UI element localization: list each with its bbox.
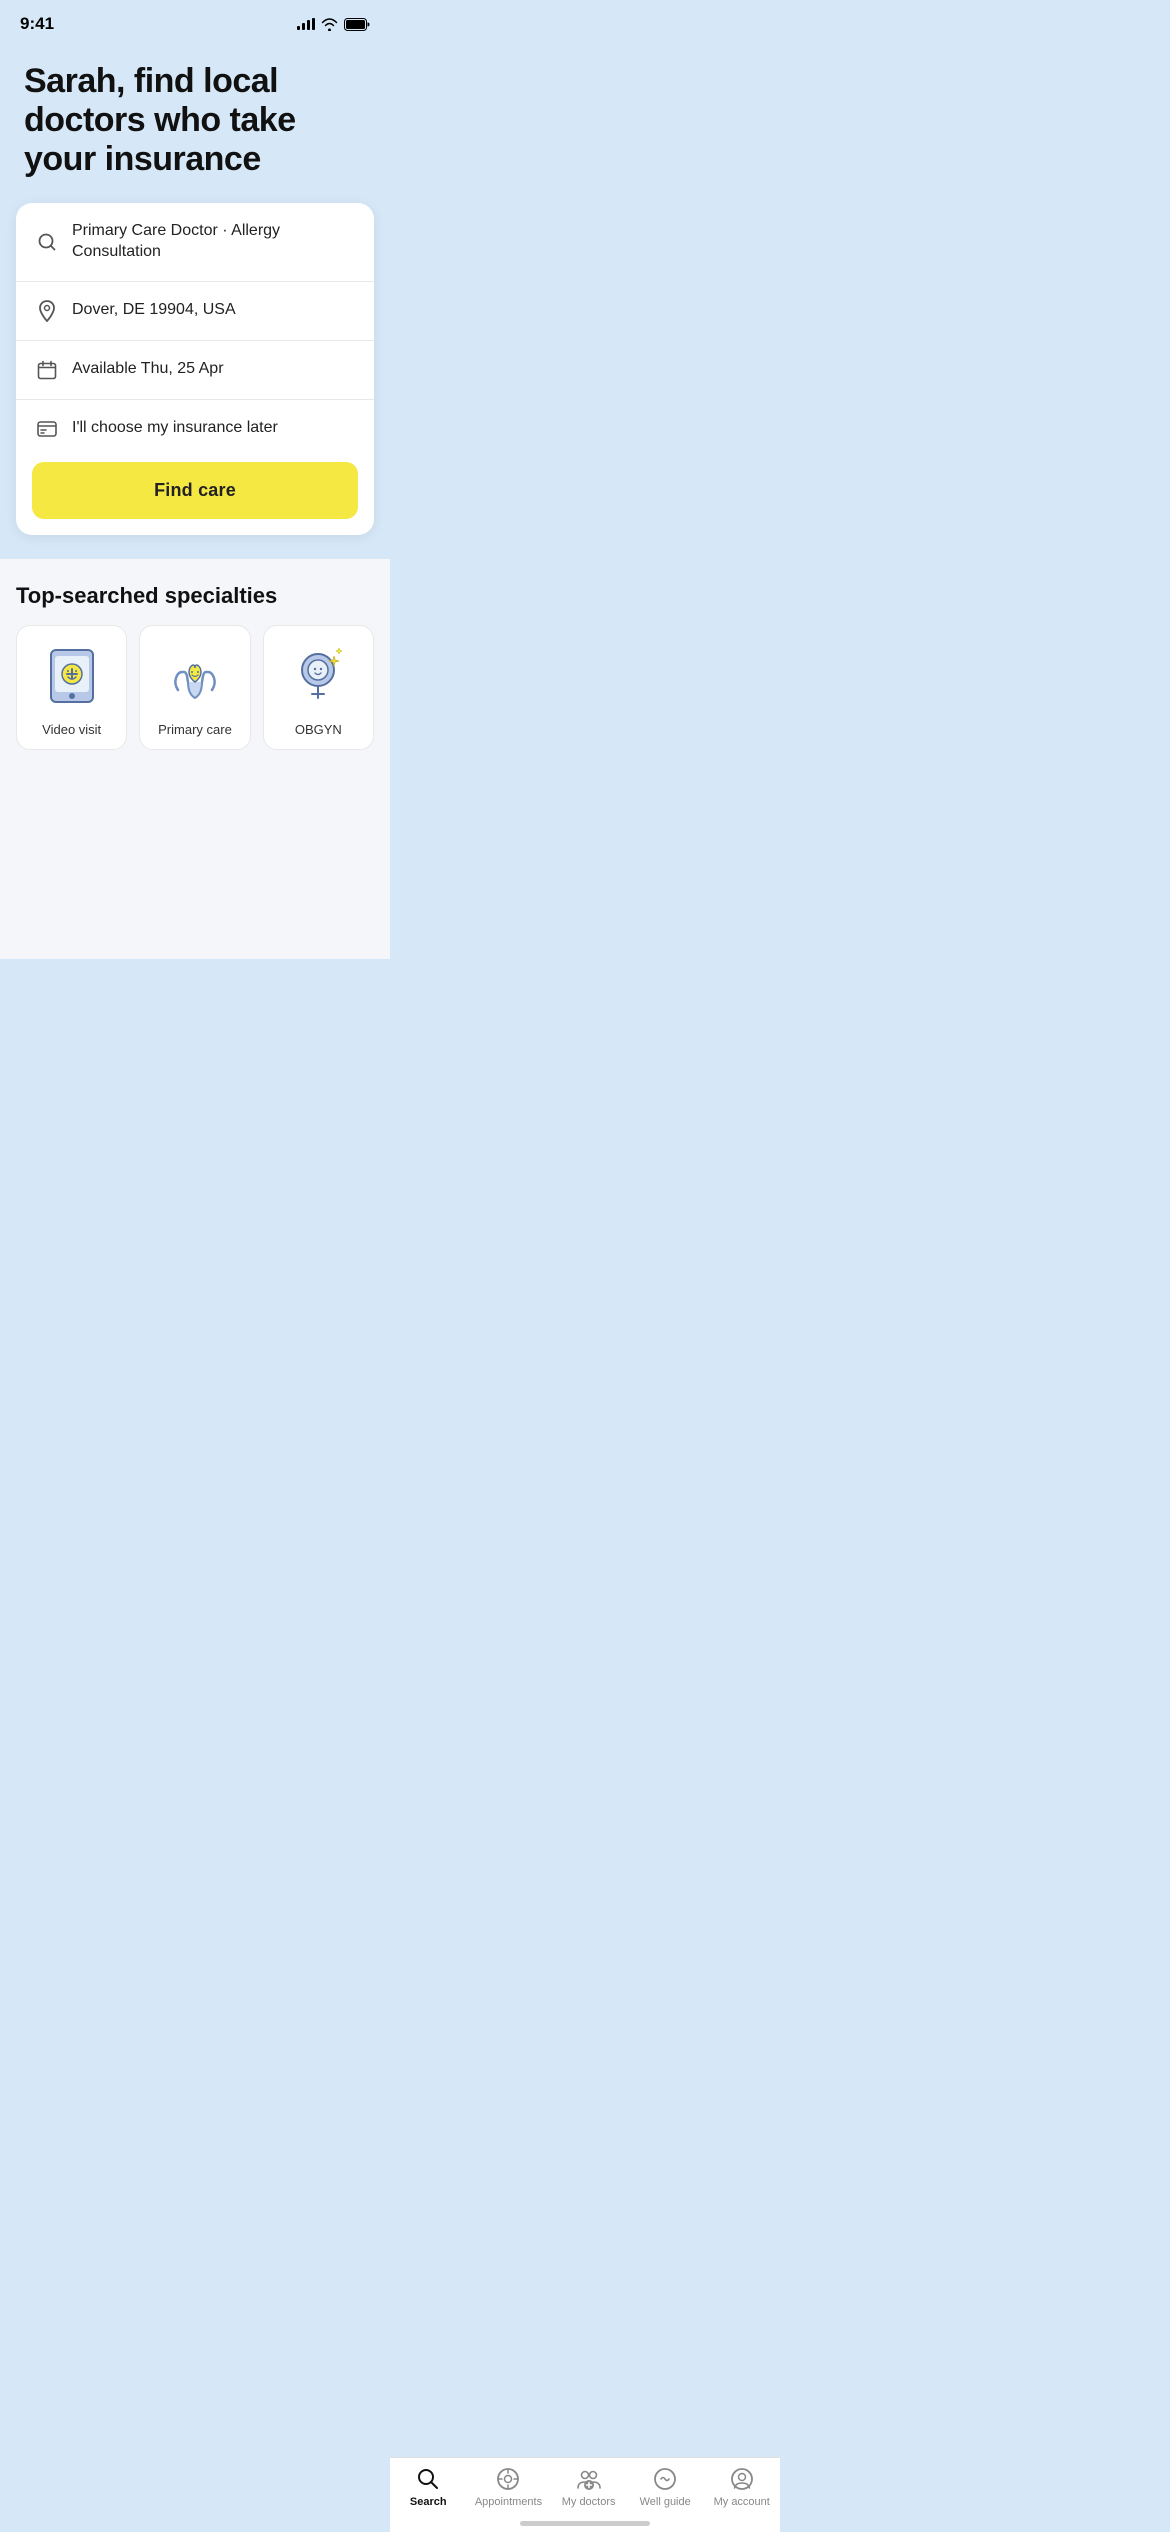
home-indicator [520, 2521, 650, 2526]
primary-care-illustration [160, 642, 230, 712]
obgyn-illustration [283, 642, 353, 712]
video-visit-illustration [37, 642, 107, 712]
location-icon [36, 300, 58, 322]
date-row[interactable]: Available Thu, 25 Apr [16, 341, 374, 400]
nav-item-my-account[interactable]: My account [712, 2466, 772, 2508]
insurance-row[interactable]: I'll choose my insurance later [16, 400, 374, 458]
well-guide-nav-label: Well guide [640, 2496, 691, 2508]
video-visit-label: Video visit [42, 722, 101, 737]
search-card: Primary Care Doctor · Allergy Consultati… [16, 203, 374, 535]
top-searched-title: Top-searched specialties [16, 583, 374, 609]
status-time: 9:41 [20, 14, 54, 34]
signal-icon [297, 18, 315, 30]
specialty-card-obgyn[interactable]: OBGYN [263, 625, 374, 750]
search-icon [36, 231, 58, 253]
location-text: Dover, DE 19904, USA [72, 300, 354, 321]
appointments-nav-label: Appointments [475, 2496, 542, 2508]
hero-title: Sarah, find local doctors who take your … [24, 62, 366, 179]
specialty-card-primary-care[interactable]: Primary care [139, 625, 250, 750]
nav-item-appointments[interactable]: Appointments [475, 2466, 542, 2508]
obgyn-label: OBGYN [295, 722, 342, 737]
nav-item-search[interactable]: Search [398, 2466, 458, 2508]
my-doctors-nav-label: My doctors [562, 2496, 616, 2508]
my-doctors-nav-icon [576, 2466, 602, 2492]
search-nav-label: Search [410, 2496, 447, 2508]
nav-item-my-doctors[interactable]: My doctors [559, 2466, 619, 2508]
search-nav-icon [415, 2466, 441, 2492]
status-icons [297, 18, 370, 31]
primary-care-label: Primary care [158, 722, 232, 737]
appointments-nav-icon [495, 2466, 521, 2492]
wifi-icon [321, 18, 338, 31]
location-row[interactable]: Dover, DE 19904, USA [16, 282, 374, 341]
specialty-card-video-visit[interactable]: Video visit [16, 625, 127, 750]
insurance-icon [36, 418, 58, 440]
hero-section: Sarah, find local doctors who take your … [0, 42, 390, 203]
specialty-text: Primary Care Doctor · Allergy Consultati… [72, 221, 354, 263]
well-guide-nav-icon [652, 2466, 678, 2492]
main-content: Top-searched specialties [0, 559, 390, 959]
status-bar: 9:41 [0, 0, 390, 42]
calendar-icon [36, 359, 58, 381]
find-care-button[interactable]: Find care [32, 462, 358, 519]
nav-item-well-guide[interactable]: Well guide [635, 2466, 695, 2508]
my-account-nav-icon [729, 2466, 755, 2492]
insurance-text: I'll choose my insurance later [72, 418, 354, 439]
battery-icon [344, 18, 370, 31]
date-text: Available Thu, 25 Apr [72, 359, 354, 380]
my-account-nav-label: My account [714, 2496, 770, 2508]
specialty-row[interactable]: Primary Care Doctor · Allergy Consultati… [16, 203, 374, 282]
specialties-grid: Video visit Primary care [16, 625, 374, 750]
